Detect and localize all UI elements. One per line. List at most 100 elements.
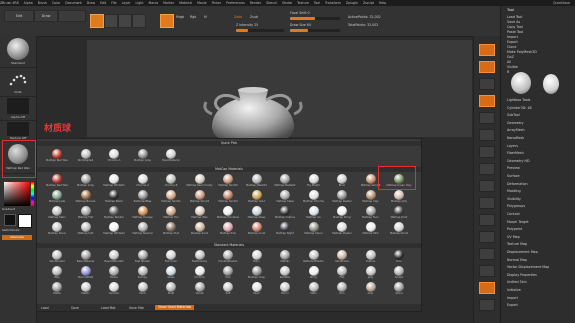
material-swatch[interactable]: MatCap Skin03: [214, 189, 243, 205]
material-swatch[interactable]: MatCap Soft: [72, 221, 101, 237]
load-button[interactable]: Load: [41, 306, 49, 310]
material-swatch[interactable]: MatCap Skin02: [186, 189, 215, 205]
material-swatch[interactable]: Paint: [129, 281, 158, 297]
tool-panel-item[interactable]: Preview: [507, 166, 520, 170]
material-swatch[interactable]: MatCap Rubber: [100, 205, 129, 221]
shelf-button[interactable]: [479, 78, 495, 90]
material-swatch[interactable]: Matte: [43, 281, 72, 297]
material-swatch[interactable]: MatCap Satin: [43, 205, 72, 221]
focal-shift-slider[interactable]: [290, 17, 340, 20]
tool-panel-item[interactable]: All: [507, 60, 511, 64]
material-swatch[interactable]: MatCap Flat: [72, 205, 101, 221]
alternate-button[interactable]: Alternate: [2, 235, 32, 240]
material-swatch[interactable]: Chrome: [186, 265, 215, 281]
material-swatch[interactable]: MatCap Jade: [43, 189, 72, 205]
material-swatch[interactable]: MatCap Sand: [186, 221, 215, 237]
material-swatch[interactable]: MatCap Tan: [157, 205, 186, 221]
tool-panel-item[interactable]: Morph Target: [507, 220, 529, 224]
menu-item[interactable]: Layer: [122, 1, 131, 5]
material-swatch[interactable]: MatCap White01: [100, 173, 129, 189]
shelf-button[interactable]: [479, 265, 495, 277]
save-mat-button[interactable]: Save Mat: [129, 306, 144, 310]
menu-item[interactable]: Macro: [149, 1, 159, 5]
move-button[interactable]: [58, 10, 86, 22]
tool-panel-item[interactable]: Export: [507, 40, 518, 44]
menu-item[interactable]: Material: [179, 1, 192, 5]
material-swatch[interactable]: MatCap Chrome: [300, 189, 329, 205]
menu-item[interactable]: File: [111, 1, 116, 5]
rgb-label[interactable]: Rgb: [190, 15, 196, 19]
tool-panel-item[interactable]: Save As: [507, 20, 520, 24]
material-swatch[interactable]: MatCap Silver: [43, 221, 72, 237]
menu-item[interactable]: ZBrush 4R8: [0, 1, 19, 5]
menu-item[interactable]: Zplugin: [346, 1, 358, 5]
material-swatch[interactable]: MatCap Ice: [300, 205, 329, 221]
material-swatch[interactable]: MatCap Coral: [243, 221, 272, 237]
tool-panel-item[interactable]: Visible: [507, 65, 518, 69]
load-mat-button[interactable]: Load Mat: [101, 306, 116, 310]
material-swatch[interactable]: MatCap Ghost: [385, 221, 414, 237]
tool-thumb-primary[interactable]: [511, 72, 531, 94]
material-swatch[interactable]: BasicMaterial2: [100, 249, 129, 265]
hue-bar[interactable]: [31, 182, 34, 206]
menu-item[interactable]: Marker: [163, 1, 174, 5]
material-swatch[interactable]: MatCap Jelly: [385, 189, 414, 205]
material-swatch[interactable]: Chrome B: [157, 173, 186, 189]
menu-item[interactable]: Render: [250, 1, 261, 5]
material-swatch[interactable]: MatCap Metal01: [243, 173, 272, 189]
tool-panel-item[interactable]: SubTool: [507, 113, 520, 117]
material-swatch[interactable]: MatCap Pearl Cavity: [186, 173, 215, 189]
material-swatch[interactable]: MatCap Neutral: [129, 221, 158, 237]
material-swatch[interactable]: MatCap Outline: [271, 205, 300, 221]
menu-item[interactable]: Movie: [197, 1, 206, 5]
material-swatch[interactable]: MatCap Red Wax: [43, 173, 72, 189]
material-swatch[interactable]: MatCap Toon: [357, 205, 386, 221]
shelf-button[interactable]: [479, 248, 495, 260]
tool-panel-item[interactable]: Export: [507, 303, 518, 307]
tool-panel-item[interactable]: ArrayMesh: [507, 128, 525, 132]
material-swatch[interactable]: MatCap Skin05: [214, 173, 243, 189]
menu-item[interactable]: Stencil: [266, 1, 277, 5]
vase-model[interactable]: [198, 86, 308, 146]
zadd-toggle[interactable]: Zadd: [234, 15, 242, 19]
material-swatch[interactable]: FastOverlay: [186, 249, 215, 265]
material-swatch[interactable]: BasicMaterial: [157, 148, 186, 164]
shelf-button[interactable]: [479, 231, 495, 243]
material-swatch[interactable]: Toy Plastic: [300, 173, 329, 189]
material-swatch[interactable]: MatCap Porcelain: [214, 205, 243, 221]
rotate-mode-icon[interactable]: [132, 14, 146, 28]
material-swatch[interactable]: MatCap Pewter: [328, 189, 357, 205]
tool-panel-item[interactable]: Paste Tool: [507, 30, 523, 34]
material-swatch[interactable]: Flat: [328, 265, 357, 281]
shelf-button[interactable]: [479, 214, 495, 226]
tool-panel-item[interactable]: Import: [507, 35, 518, 39]
shelf-button[interactable]: [479, 180, 495, 192]
menu-item[interactable]: Draw: [87, 1, 95, 5]
material-swatch[interactable]: MatCap Gray: [243, 265, 272, 281]
material-swatch[interactable]: Jelly: [357, 265, 386, 281]
shelf-button[interactable]: [479, 44, 495, 56]
material-swatch[interactable]: Plastic: [72, 281, 101, 297]
menu-item[interactable]: Help: [379, 1, 386, 5]
tool-panel-item[interactable]: Contact: [507, 212, 520, 216]
shelf-button[interactable]: [479, 112, 495, 124]
stroke-thumbnail[interactable]: [7, 68, 29, 90]
texture-thumbnail[interactable]: [7, 122, 29, 136]
material-swatch[interactable]: MatCap Glass: [243, 205, 272, 221]
tool-panel-item[interactable]: Geometry HD: [507, 159, 530, 163]
material-swatch[interactable]: SkinShade4: [72, 148, 101, 164]
material-swatch[interactable]: DoubleShade1: [214, 249, 243, 265]
material-swatch[interactable]: MatCap White02: [100, 221, 129, 237]
material-swatch[interactable]: NormalRGB: [72, 265, 101, 281]
menu-item[interactable]: Brush: [38, 1, 47, 5]
material-swatch[interactable]: MatCap Orange: [129, 205, 158, 221]
tool-panel-item[interactable]: Surface: [507, 174, 520, 178]
material-swatch[interactable]: Toon: [385, 249, 414, 265]
material-swatch[interactable]: MatCap Dark: [385, 205, 414, 221]
material-swatch[interactable]: SkinShade4: [43, 249, 72, 265]
tool-panel-item[interactable]: GoZ: [507, 55, 514, 59]
material-swatch[interactable]: Shiny: [300, 265, 329, 281]
tool-panel-item[interactable]: Clone: [507, 45, 516, 49]
edit-button[interactable]: Edit: [4, 10, 34, 22]
tool-panel-item[interactable]: R: [507, 70, 509, 74]
